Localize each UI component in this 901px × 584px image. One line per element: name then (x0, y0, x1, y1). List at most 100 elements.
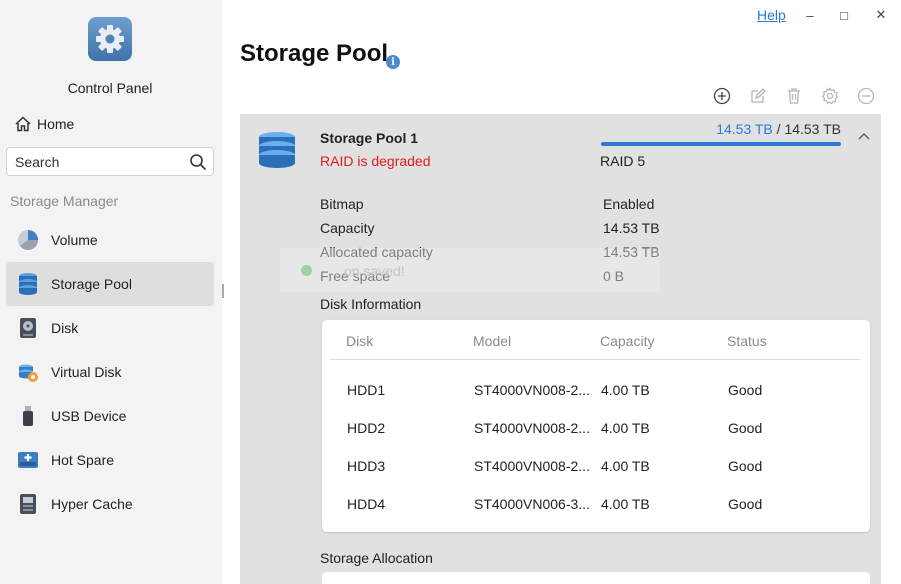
disk-name: HDD1 (347, 382, 386, 398)
settings-icon (821, 87, 839, 105)
disk-name: HDD4 (347, 496, 386, 512)
sidebar: Control Panel Home Storage Manager Volum… (0, 0, 222, 584)
edit-icon (751, 88, 766, 103)
volume-icon (16, 228, 40, 252)
home-icon (15, 116, 31, 132)
usage-bar (601, 142, 841, 146)
sidebar-item-label: Virtual Disk (51, 364, 122, 380)
home-link[interactable]: Home (14, 114, 74, 134)
app-title: Control Panel (67, 80, 153, 96)
pool-usage: 14.53 TB / 14.53 TB (600, 121, 841, 137)
column-header: Model (473, 333, 512, 349)
property-row: Bitmap Enabled (320, 196, 720, 220)
sidebar-item-label: Volume (51, 232, 98, 248)
collapse-button[interactable] (857, 128, 871, 146)
search-icon[interactable] (189, 153, 207, 171)
maximize-button[interactable]: □ (832, 5, 856, 25)
disk-capacity: 4.00 TB (601, 420, 650, 436)
add-button[interactable] (704, 86, 740, 106)
usage-separator: / (776, 121, 781, 137)
chevron-up-icon (858, 133, 870, 140)
toast-text: on saved! (344, 263, 405, 279)
column-header: Capacity (600, 333, 655, 349)
property-value: 14.53 TB (603, 220, 660, 236)
sidebar-item-label: Hot Spare (51, 452, 115, 468)
sidebar-item-label: Storage Pool (51, 276, 132, 292)
sidebar-item-virtual-disk[interactable]: Virtual Disk (6, 350, 214, 394)
delete-icon (788, 88, 800, 104)
search-box[interactable] (6, 147, 214, 176)
hyper-cache-icon (16, 492, 40, 516)
table-row[interactable]: HDD2 ST4000VN008-2... 4.00 TB Good (330, 420, 860, 458)
hot-spare-icon (16, 448, 40, 472)
minimize-button[interactable]: – (798, 5, 822, 25)
disk-capacity: 4.00 TB (601, 496, 650, 512)
storage-allocation-panel (322, 572, 870, 584)
disk-name: HDD3 (347, 458, 386, 474)
page-title: Storage Pool (240, 40, 389, 67)
usage-bar-fill (601, 142, 841, 146)
table-row[interactable]: HDD4 ST4000VN006-3... 4.00 TB Good (330, 496, 860, 534)
sidebar-item-storage-pool[interactable]: Storage Pool (6, 262, 214, 306)
table-header: Disk Model Capacity Status (330, 320, 860, 360)
disk-model: ST4000VN008-2... (474, 458, 590, 474)
pool-status: RAID is degraded (320, 153, 431, 169)
storage-allocation-title: Storage Allocation (320, 550, 433, 566)
delete-button[interactable] (776, 86, 812, 106)
sidebar-item-disk[interactable]: Disk (6, 306, 214, 350)
remove-icon (857, 87, 875, 105)
disk-name: HDD2 (347, 420, 386, 436)
sidebar-item-hot-spare[interactable]: Hot Spare (6, 438, 214, 482)
storage-pool-large-icon (257, 130, 297, 175)
column-header: Status (727, 333, 767, 349)
remove-button[interactable] (848, 86, 884, 106)
property-key: Bitmap (320, 196, 364, 212)
section-storage-manager: Storage Manager (10, 193, 119, 209)
search-input[interactable] (7, 148, 177, 175)
used-capacity: 14.53 TB (716, 121, 773, 137)
pool-name: Storage Pool 1 (320, 130, 419, 146)
table-row[interactable]: HDD1 ST4000VN008-2... 4.00 TB Good (330, 382, 860, 420)
disk-status: Good (728, 496, 763, 512)
sidebar-item-label: USB Device (51, 408, 127, 424)
disk-capacity: 4.00 TB (601, 458, 650, 474)
sidebar-item-label: Hyper Cache (51, 496, 133, 512)
control-panel-gear-icon (88, 17, 132, 61)
disk-model: ST4000VN008-2... (474, 420, 590, 436)
help-link[interactable]: Help (757, 7, 786, 23)
disk-status: Good (728, 420, 763, 436)
saved-toast: on saved! (280, 248, 660, 292)
total-capacity: 14.53 TB (784, 121, 841, 137)
check-icon (301, 265, 312, 276)
disk-capacity: 4.00 TB (601, 382, 650, 398)
sidebar-item-label: Disk (51, 320, 79, 336)
toolbar (704, 86, 884, 106)
property-key: Capacity (320, 220, 375, 236)
edit-button[interactable] (740, 86, 776, 106)
virtual-disk-icon (16, 360, 40, 384)
disk-information-title: Disk Information (320, 296, 422, 312)
usb-device-icon (16, 404, 40, 428)
disk-icon (16, 316, 40, 340)
property-value: Enabled (603, 196, 655, 212)
home-label: Home (37, 116, 75, 132)
close-button[interactable]: ✕ (869, 5, 893, 25)
disk-status: Good (728, 382, 763, 398)
add-icon (713, 87, 731, 105)
storage-pool-card: Storage Pool 1 RAID is degraded 14.53 TB… (240, 114, 881, 584)
storage-pool-icon (16, 272, 40, 296)
settings-button[interactable] (812, 86, 848, 106)
disk-status: Good (728, 458, 763, 474)
raid-type: RAID 5 (600, 153, 646, 169)
main-panel: Help – □ ✕ Storage Pool i Storage Pool 1… (224, 0, 901, 584)
disk-table: Disk Model Capacity Status HDD1 ST4000VN… (322, 320, 870, 532)
disk-model: ST4000VN008-2... (474, 382, 590, 398)
sidebar-nav: Volume Storage Pool Disk Virtual Disk US… (6, 218, 214, 526)
info-icon[interactable]: i (386, 55, 400, 69)
sidebar-item-usb-device[interactable]: USB Device (6, 394, 214, 438)
column-header: Disk (346, 333, 374, 349)
property-row: Capacity 14.53 TB (320, 220, 720, 244)
sidebar-item-hyper-cache[interactable]: Hyper Cache (6, 482, 214, 526)
table-row[interactable]: HDD3 ST4000VN008-2... 4.00 TB Good (330, 458, 860, 496)
sidebar-item-volume[interactable]: Volume (6, 218, 214, 262)
